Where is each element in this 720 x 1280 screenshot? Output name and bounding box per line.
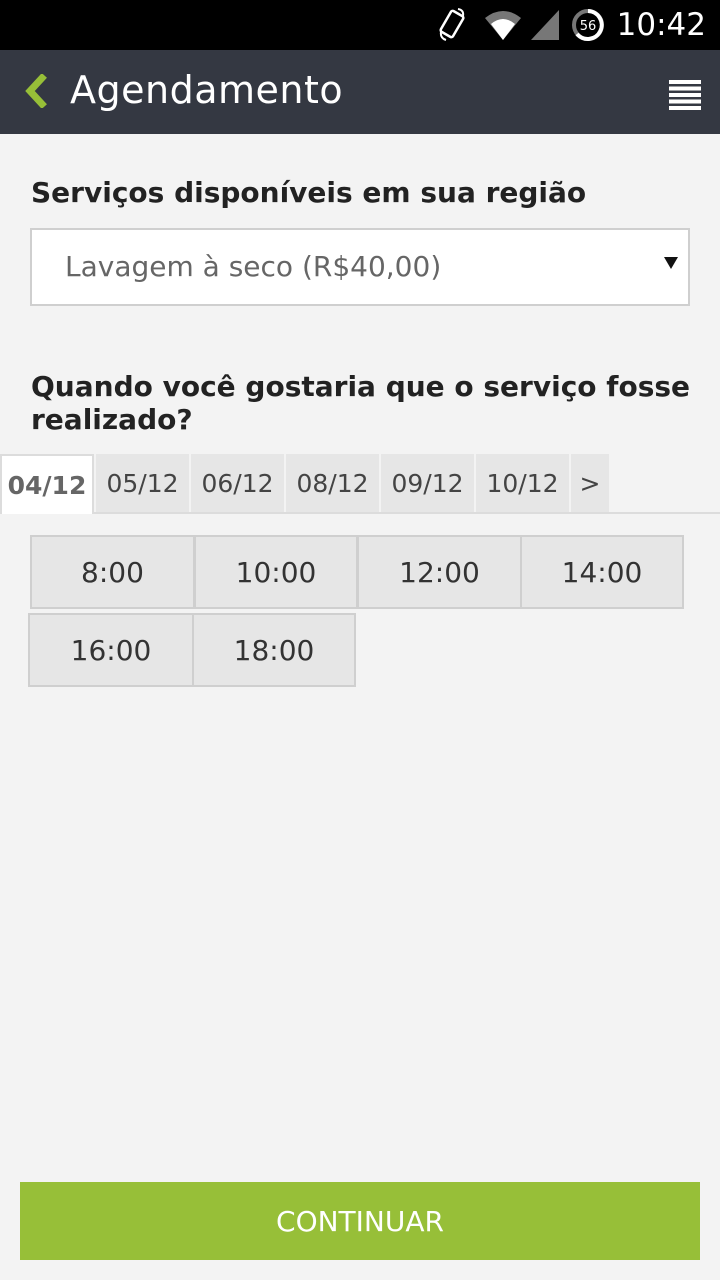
tab-date-0612[interactable]: 06/12: [191, 454, 284, 512]
page-title: Agendamento: [70, 68, 344, 112]
tab-date-0512[interactable]: 05/12: [96, 454, 189, 512]
battery-level: 56: [579, 19, 596, 34]
time-slot-1600[interactable]: 16:00: [28, 613, 194, 687]
time-slot-1200[interactable]: 12:00: [357, 535, 522, 609]
schedule-label: Quando você gostaria que o serviço fosse…: [31, 370, 691, 436]
tab-next-dates[interactable]: >: [571, 454, 609, 512]
services-label: Serviços disponíveis em sua região: [31, 176, 587, 209]
wifi-icon: [484, 11, 521, 40]
back-chevron-icon[interactable]: [22, 74, 50, 108]
app-bar: Agendamento: [0, 50, 720, 134]
tabs-baseline: [0, 512, 720, 514]
status-icons: 56 10:42: [439, 0, 706, 50]
time-slot-1400[interactable]: 14:00: [520, 535, 684, 609]
service-select[interactable]: Lavagem à seco (R$40,00): [30, 228, 690, 306]
time-slot-1000[interactable]: 10:00: [194, 535, 358, 609]
tab-date-0812[interactable]: 08/12: [286, 454, 379, 512]
status-bar: 56 10:42: [0, 0, 720, 50]
caret-down-icon: [664, 257, 678, 269]
time-slot-1800[interactable]: 18:00: [192, 613, 356, 687]
battery-icon: 56: [571, 9, 604, 41]
signal-icon: [530, 10, 559, 40]
date-tabs: 04/12 05/12 06/12 08/12 09/12 10/12 >: [0, 454, 720, 514]
menu-icon[interactable]: [669, 80, 701, 110]
tab-date-0912[interactable]: 09/12: [381, 454, 474, 512]
status-time: 10:42: [616, 7, 706, 43]
phone-rotate-icon: [439, 8, 465, 41]
tab-date-1012[interactable]: 10/12: [476, 454, 569, 512]
service-selected-value: Lavagem à seco (R$40,00): [65, 250, 442, 283]
tab-date-0412[interactable]: 04/12: [0, 454, 94, 514]
continue-button[interactable]: CONTINUAR: [20, 1182, 700, 1260]
time-slot-0800[interactable]: 8:00: [30, 535, 195, 609]
